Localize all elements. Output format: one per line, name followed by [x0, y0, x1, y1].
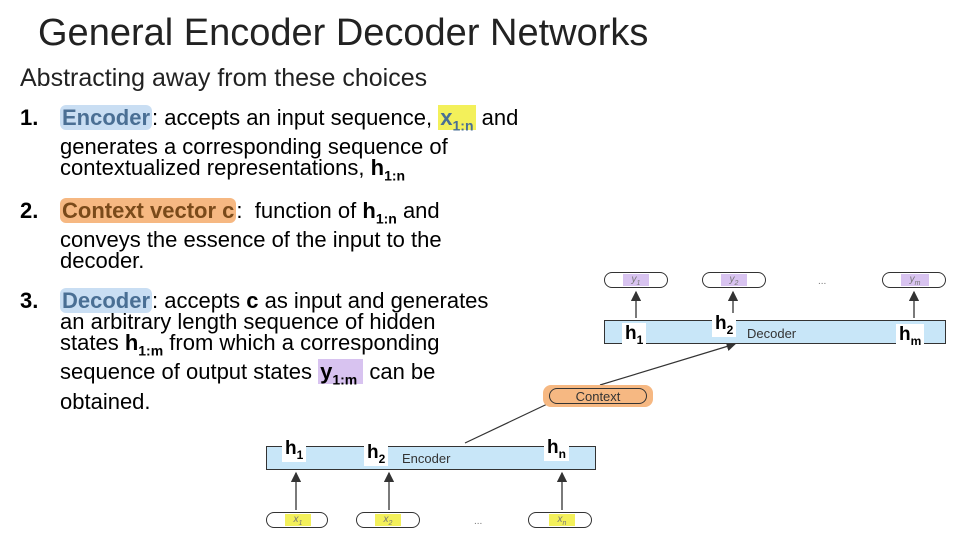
h-label: h — [625, 323, 637, 344]
node-sub: 1 — [298, 520, 303, 527]
output-node-ym: ym — [882, 272, 946, 288]
encoder-hn: hn — [544, 437, 569, 461]
input-node-x2: x2 — [356, 512, 420, 528]
encoder-h1: h1 — [282, 438, 307, 462]
encoder-label: Encoder — [402, 451, 451, 466]
ellipsis: ... — [818, 276, 827, 287]
decoder-hm: hm — [896, 324, 925, 348]
h-sub: n — [558, 446, 566, 461]
input-node-x1: x1 — [266, 512, 328, 528]
h-sub: m — [910, 333, 922, 348]
decoder-h2: h2 — [712, 313, 737, 337]
h-sub: 1 — [296, 447, 304, 462]
h-label: h — [899, 324, 911, 345]
h-sub: 2 — [726, 322, 734, 337]
arrow-context-to-decoder — [599, 341, 737, 386]
h-label: h — [547, 437, 559, 458]
node-sub: 2 — [388, 520, 393, 527]
input-node-xn: xn — [528, 512, 592, 528]
h-label: h — [715, 313, 727, 334]
h-label: h — [367, 442, 379, 463]
encoder-h2: h2 — [364, 442, 389, 466]
context-label: Context — [549, 388, 647, 404]
node-sub: 2 — [734, 280, 739, 287]
node-sub: m — [914, 280, 921, 287]
node-sub: 1 — [636, 280, 641, 287]
ellipsis: ... — [474, 516, 483, 527]
output-node-y2: y2 — [702, 272, 766, 288]
decoder-label: Decoder — [747, 326, 797, 341]
h-label: h — [285, 438, 297, 459]
context-node: Context — [543, 385, 653, 407]
output-node-y1: y1 — [604, 272, 668, 288]
decoder-h1: h1 — [622, 323, 647, 347]
node-sub: n — [562, 520, 567, 527]
h-sub: 2 — [378, 451, 386, 466]
h-sub: 1 — [636, 332, 644, 347]
